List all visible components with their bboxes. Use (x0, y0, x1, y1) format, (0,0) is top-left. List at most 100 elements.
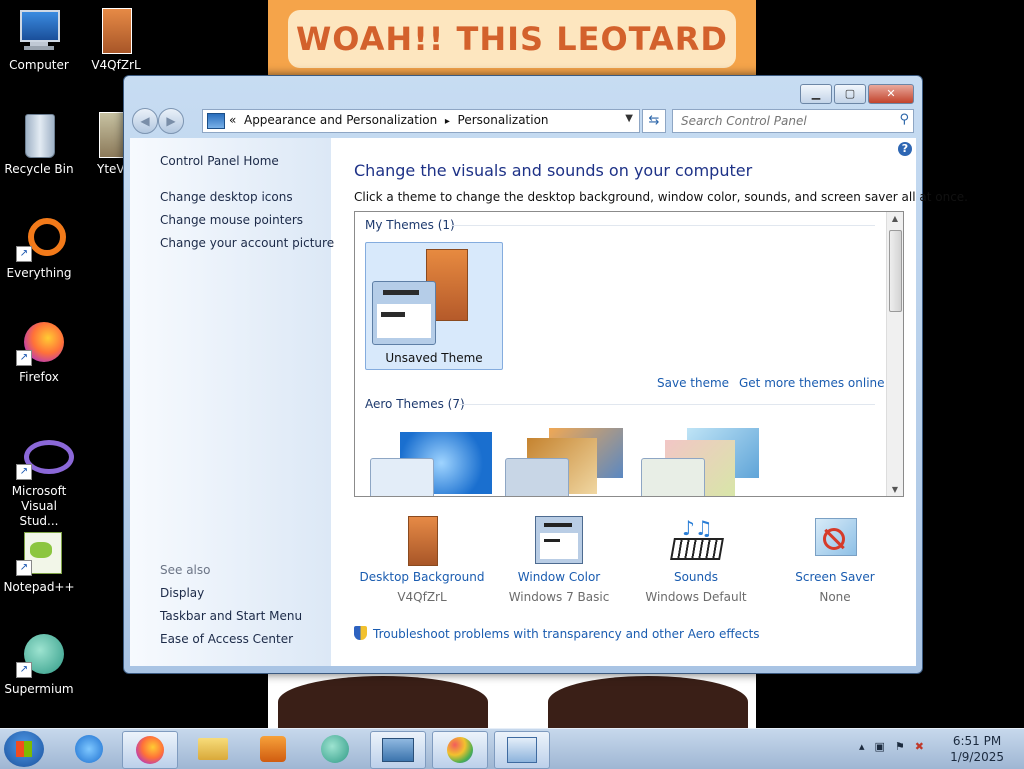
window-color-icon (535, 516, 583, 564)
address-bar[interactable]: « Appearance and Personalization ▸ Perso… (202, 109, 640, 133)
taskbar-media-player[interactable] (246, 731, 300, 767)
supermium-icon: ↗ (16, 632, 64, 678)
desktop-icon-label: YteV (97, 162, 123, 176)
desktop-background-title[interactable]: Desktop Background (357, 570, 487, 584)
sounds-title[interactable]: Sounds (631, 570, 761, 584)
taskbar-start-menu-link[interactable]: Taskbar and Start Menu (160, 609, 302, 623)
change-mouse-pointers-link[interactable]: Change mouse pointers (160, 213, 303, 227)
desktop-icon-everything[interactable]: ↗ Everything (0, 216, 78, 281)
troubleshoot-link[interactable]: Troubleshoot problems with transparency … (354, 626, 760, 641)
navigation-buttons: ◀ ▶ (132, 108, 184, 134)
breadcrumb-separator[interactable]: ▸ (445, 116, 450, 127)
aero-theme-architecture[interactable] (505, 428, 629, 496)
search-input[interactable] (679, 112, 883, 130)
back-button[interactable]: ◀ (132, 108, 158, 134)
ease-of-access-link[interactable]: Ease of Access Center (160, 632, 293, 646)
section-divider (459, 404, 875, 405)
my-themes-header: My Themes (1) (365, 218, 455, 232)
minimize-button[interactable]: ▁ (800, 84, 832, 104)
desktop-icon-firefox[interactable]: ↗ Firefox (0, 320, 78, 385)
desktop-icon-ytev[interactable]: YteV (77, 112, 123, 177)
change-account-picture-link[interactable]: Change your account picture (160, 236, 334, 250)
breadcrumb-overflow[interactable]: « (229, 113, 236, 127)
screen-saver-icon (811, 516, 859, 564)
desktop-icon-label: Firefox (19, 370, 59, 384)
taskbar-firefox[interactable] (122, 731, 178, 769)
desktop-icon-label: V4QfZrL (91, 58, 141, 72)
chevron-down-icon[interactable]: ▼ (625, 113, 633, 124)
search-icon[interactable]: ⚲ (899, 112, 909, 127)
theme-name: Unsaved Theme (385, 351, 483, 365)
desktop-icon-recycle-bin[interactable]: Recycle Bin (0, 112, 78, 177)
taskbar-control-panel[interactable] (494, 731, 550, 769)
taskbar-file-explorer[interactable] (186, 731, 240, 767)
desktop-icon-supermium[interactable]: ↗ Supermium (0, 632, 78, 697)
desktop-icon-label: Notepad++ (3, 580, 75, 594)
volume-muted-icon[interactable]: ✖ (915, 740, 934, 753)
aero-theme-characters[interactable] (641, 428, 765, 496)
get-more-themes-link[interactable]: Get more themes online (739, 376, 885, 390)
refresh-button[interactable]: ⇆ (642, 109, 666, 133)
screen-saver-title[interactable]: Screen Saver (770, 570, 900, 584)
themes-scrollbar[interactable]: ▲ ▼ (886, 212, 903, 496)
sounds-option[interactable]: ♪♫ Sounds Windows Default (631, 516, 761, 604)
troubleshoot-label[interactable]: Troubleshoot problems with transparency … (373, 627, 760, 641)
help-icon[interactable]: ? (898, 142, 912, 156)
content-area: Control Panel Home Change desktop icons … (130, 138, 968, 666)
control-panel-home-link[interactable]: Control Panel Home (160, 154, 279, 168)
sounds-icon: ♪♫ (670, 516, 724, 564)
desktop-icon-visual-studio[interactable]: ↗ Microsoft Visual Stud... (0, 434, 78, 529)
change-desktop-icons-link[interactable]: Change desktop icons (160, 190, 293, 204)
desktop-icon-computer[interactable]: Computer (0, 8, 78, 73)
save-theme-link[interactable]: Save theme (657, 376, 729, 390)
shortcut-arrow-icon: ↗ (16, 350, 32, 366)
scrollbar-thumb[interactable] (889, 230, 902, 312)
desktop-background-icon (398, 516, 446, 566)
remote-desktop-icon (382, 738, 414, 762)
action-center-flag-icon[interactable]: ⚑ (895, 740, 915, 753)
breadcrumb-appearance[interactable]: Appearance and Personalization (244, 113, 437, 127)
media-player-icon (260, 736, 286, 762)
breadcrumb: « Appearance and Personalization ▸ Perso… (229, 113, 549, 127)
close-button[interactable]: ✕ (868, 84, 914, 104)
window-color-title[interactable]: Window Color (494, 570, 624, 584)
show-hidden-icons-icon[interactable]: ▴ (859, 740, 875, 753)
notepad-plus-plus-icon: ↗ (16, 530, 62, 576)
maximize-button[interactable]: ▢ (834, 84, 866, 104)
window-bar (383, 290, 419, 295)
wallpaper-banner: WOAH!! THIS LEOTARD (288, 10, 736, 68)
wallpaper-bottom (268, 670, 756, 728)
scroll-down-arrow-icon[interactable]: ▼ (887, 485, 903, 494)
window-color-option[interactable]: Window Color Windows 7 Basic (494, 516, 624, 604)
image-file-icon (77, 112, 123, 158)
desktop-background-option[interactable]: Desktop Background V4QfZrL (357, 516, 487, 604)
aero-themes-header: Aero Themes (7) (365, 397, 465, 411)
wallpaper-shape (278, 676, 488, 728)
unsaved-theme-tile[interactable]: Unsaved Theme (365, 242, 503, 370)
taskbar-paint[interactable] (432, 731, 488, 769)
screen-saver-option[interactable]: Screen Saver None (770, 516, 900, 604)
scroll-up-arrow-icon[interactable]: ▲ (887, 214, 903, 223)
personalization-window[interactable]: ▁ ▢ ✕ ◀ ▶ « Appearance and Personalizati… (123, 75, 968, 674)
network-icon[interactable]: ▣ (875, 740, 895, 753)
windows-logo-icon (16, 741, 32, 757)
desktop-icon-v4qfzrl[interactable]: V4QfZrL (77, 8, 155, 73)
taskbar-remote-desktop[interactable] (370, 731, 426, 769)
breadcrumb-personalization[interactable]: Personalization (458, 113, 549, 127)
display-link[interactable]: Display (160, 586, 204, 600)
wallpaper-top: WOAH!! THIS LEOTARD (268, 0, 756, 75)
forward-button[interactable]: ▶ (158, 108, 184, 134)
search-box[interactable]: ⚲ (672, 109, 914, 133)
desktop-icon-notepad-plus-plus[interactable]: ↗ Notepad++ (0, 530, 78, 595)
taskbar-internet-explorer[interactable] (62, 731, 116, 767)
themes-list[interactable]: My Themes (1) Unsaved Theme Save theme G… (354, 211, 904, 497)
aero-theme-windows7[interactable] (370, 428, 494, 496)
desktop-icon-label: Recycle Bin (4, 162, 74, 176)
taskbar-supermium[interactable] (308, 731, 362, 767)
clock[interactable]: 6:51 PM 1/9/2025 (950, 733, 1004, 765)
image-file-icon (93, 8, 139, 54)
screen-saver-value: None (819, 590, 851, 604)
shortcut-arrow-icon: ↗ (16, 246, 32, 262)
left-pane: Control Panel Home Change desktop icons … (130, 138, 334, 666)
start-button[interactable] (4, 731, 44, 767)
